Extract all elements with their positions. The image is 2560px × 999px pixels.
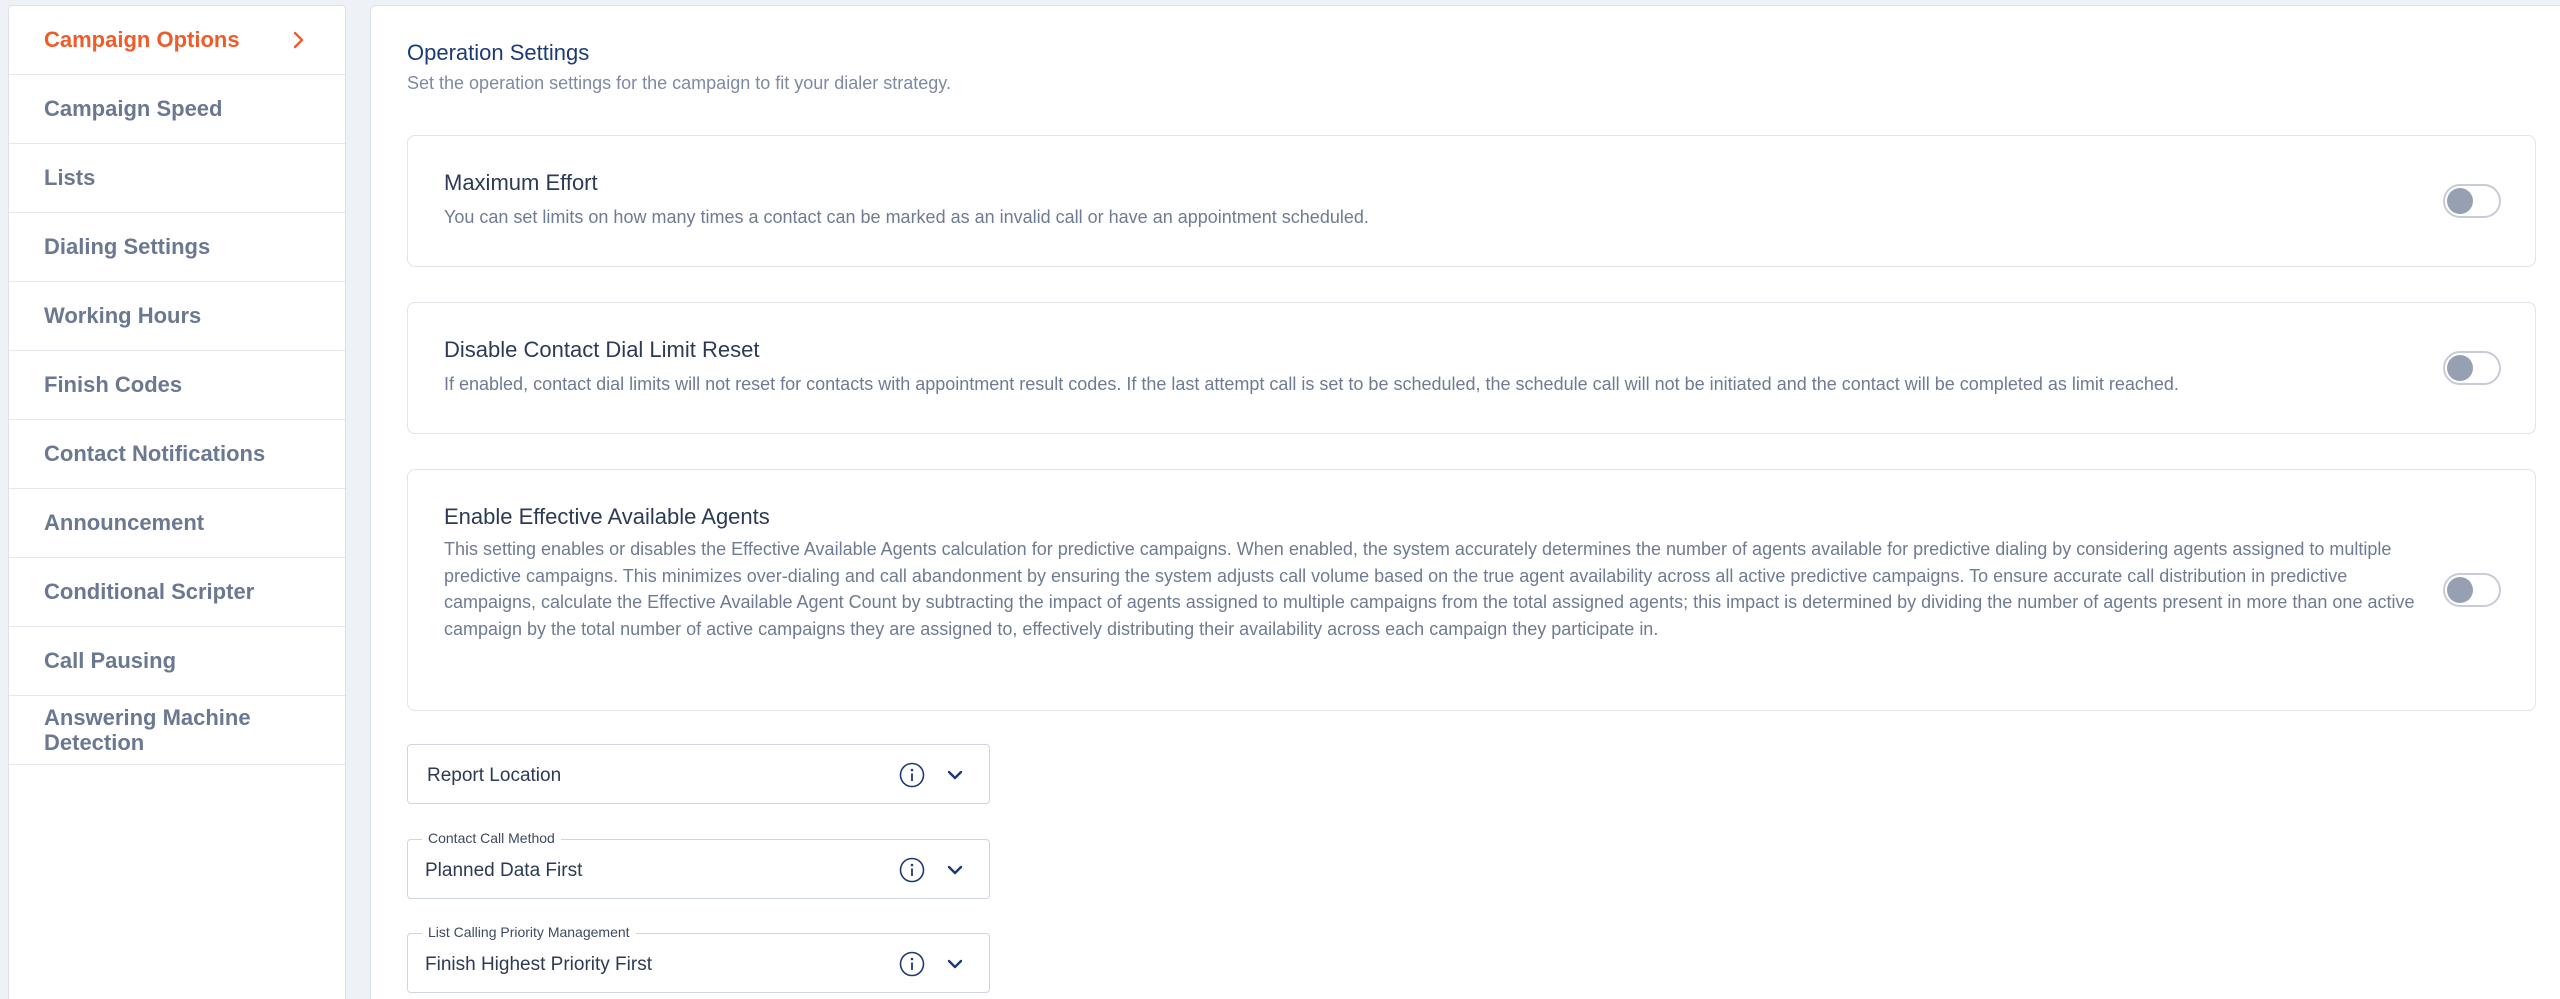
sidebar-item-label: Working Hours xyxy=(44,303,202,328)
setting-title: Disable Contact Dial Limit Reset xyxy=(444,337,760,362)
page-title: Operation Settings xyxy=(407,40,590,65)
sidebar-item-label: Announcement xyxy=(44,510,205,535)
sidebar-item-label: Call Pausing xyxy=(44,648,177,673)
effective-available-agents-toggle[interactable] xyxy=(2443,573,2501,607)
setting-title: Maximum Effort xyxy=(444,170,598,195)
setting-card-effective-available-agents: Enable Effective Available Agents This s… xyxy=(407,469,2536,711)
page-subtitle: Set the operation settings for the campa… xyxy=(407,73,951,93)
select-value: Planned Data First xyxy=(425,860,583,881)
disable-dial-limit-reset-toggle[interactable] xyxy=(2443,351,2501,385)
setting-description: This setting enables or disables the Eff… xyxy=(444,539,2415,639)
sidebar-item-label: Campaign Speed xyxy=(44,96,223,121)
sidebar-item-finish-codes[interactable]: Finish Codes xyxy=(9,351,345,420)
chevron-right-icon xyxy=(293,31,304,49)
sidebar-item-working-hours[interactable]: Working Hours xyxy=(9,282,345,351)
sidebar-item-conditional-scripter[interactable]: Conditional Scripter xyxy=(9,558,345,627)
sidebar-item-label: Conditional Scripter xyxy=(44,579,255,604)
setting-description: You can set limits on how many times a c… xyxy=(444,207,1369,227)
maximum-effort-toggle[interactable] xyxy=(2443,184,2501,218)
toggle-knob xyxy=(2447,355,2473,381)
sidebar-nav: Campaign Options Campaign Speed Lists Di… xyxy=(8,5,346,999)
setting-title: Enable Effective Available Agents xyxy=(444,504,770,529)
setting-card-maximum-effort: Maximum Effort You can set limits on how… xyxy=(407,135,2536,267)
sidebar-item-campaign-options[interactable]: Campaign Options xyxy=(9,6,345,75)
main-panel: Operation Settings Set the operation set… xyxy=(370,5,2560,999)
chevron-down-icon[interactable] xyxy=(945,860,965,880)
sidebar-item-call-pausing[interactable]: Call Pausing xyxy=(9,627,345,696)
report-location-select[interactable]: Report Location xyxy=(407,744,990,804)
sidebar-item-label: Lists xyxy=(44,165,96,190)
select-label: List Calling Priority Management xyxy=(422,924,636,940)
sidebar-item-label: Campaign Options xyxy=(44,27,240,52)
sidebar-item-campaign-speed[interactable]: Campaign Speed xyxy=(9,75,345,144)
chevron-down-icon[interactable] xyxy=(945,954,965,974)
toggle-knob xyxy=(2447,188,2473,214)
sidebar-item-label: Dialing Settings xyxy=(44,234,211,259)
sidebar-item-lists[interactable]: Lists xyxy=(9,144,345,213)
list-calling-priority-select[interactable]: List Calling Priority Management Finish … xyxy=(407,924,990,993)
sidebar-item-contact-notifications[interactable]: Contact Notifications xyxy=(9,420,345,489)
info-icon[interactable] xyxy=(899,857,925,883)
sidebar-item-announcement[interactable]: Announcement xyxy=(9,489,345,558)
contact-call-method-select[interactable]: Contact Call Method Planned Data First xyxy=(407,830,990,899)
setting-description: If enabled, contact dial limits will not… xyxy=(444,374,2179,394)
select-value: Report Location xyxy=(427,765,562,786)
chevron-down-icon[interactable] xyxy=(945,765,965,785)
sidebar-item-label: Contact Notifications xyxy=(44,441,266,466)
info-icon[interactable] xyxy=(899,951,925,977)
sidebar-item-label: Answering Machine Detection xyxy=(44,705,251,755)
setting-card-disable-dial-limit-reset: Disable Contact Dial Limit Reset If enab… xyxy=(407,302,2536,434)
sidebar-item-label: Finish Codes xyxy=(44,372,183,397)
info-icon[interactable] xyxy=(899,762,925,788)
select-label: Contact Call Method xyxy=(422,830,561,846)
sidebar-item-dialing-settings[interactable]: Dialing Settings xyxy=(9,213,345,282)
sidebar-item-answering-machine-detection[interactable]: Answering Machine Detection xyxy=(9,696,345,765)
select-value: Finish Highest Priority First xyxy=(425,954,652,975)
toggle-knob xyxy=(2447,577,2473,603)
